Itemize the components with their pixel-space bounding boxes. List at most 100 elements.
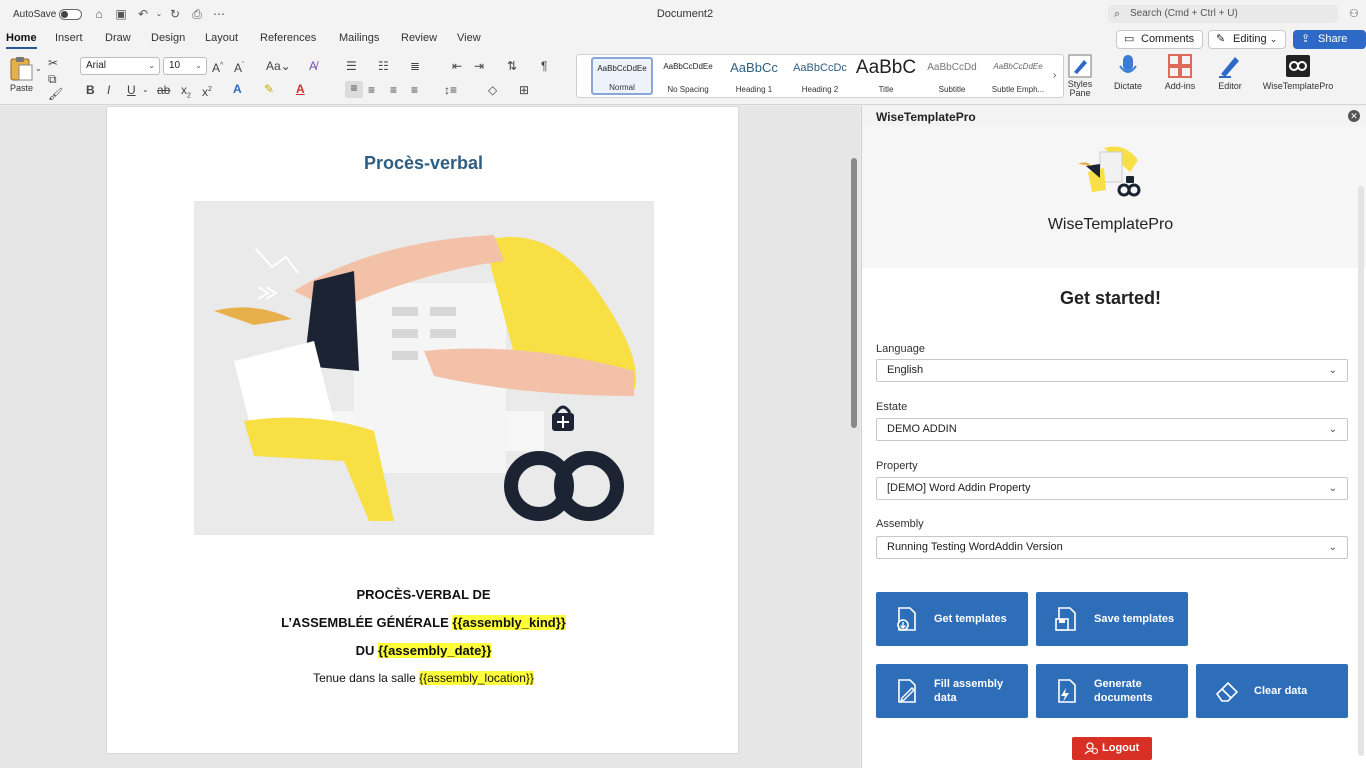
- placeholder-assembly-location: {{assembly_location}}: [419, 671, 534, 685]
- heading-line-3: DU {{assembly_date}}: [355, 643, 492, 658]
- document-area: Procès-verbal PROCÈS-VERBAL DE L’ASSEMBL…: [0, 106, 860, 768]
- tab-references[interactable]: References: [260, 32, 316, 44]
- editing-button[interactable]: ✎ Editing ⌄: [1208, 30, 1287, 49]
- task-pane-scrollbar[interactable]: [1358, 186, 1364, 756]
- shrink-font-icon[interactable]: Aˇ: [234, 59, 244, 75]
- style-title[interactable]: AaBbC Title: [855, 57, 917, 95]
- clear-data-button[interactable]: Clear data: [1196, 664, 1348, 718]
- tab-review[interactable]: Review: [401, 32, 437, 44]
- wisetemplatepro-icon: [1286, 55, 1310, 77]
- underline-icon[interactable]: U: [127, 83, 136, 97]
- tab-home[interactable]: Home: [6, 32, 37, 49]
- home-icon[interactable]: ⌂: [92, 7, 106, 21]
- increase-indent-icon[interactable]: ⇥: [474, 59, 484, 73]
- fill-assembly-data-button[interactable]: Fill assembly data: [876, 664, 1028, 718]
- file-download-icon: [897, 607, 916, 631]
- text-effects-icon[interactable]: A: [233, 82, 242, 96]
- chevron-down-icon: ⌄: [1328, 542, 1337, 553]
- language-select[interactable]: English ⌄: [876, 359, 1348, 382]
- chevron-right-icon[interactable]: ›: [1053, 69, 1056, 83]
- strikethrough-icon[interactable]: ab: [157, 83, 170, 97]
- style-subtle-emphasis[interactable]: AaBbCcDdEe Subtle Emph...: [987, 57, 1049, 95]
- document-scrollbar[interactable]: [851, 158, 857, 428]
- save-icon[interactable]: ▣: [114, 7, 128, 21]
- style-subtitle[interactable]: AaBbCcDd Subtitle: [921, 57, 983, 95]
- format-painter-icon[interactable]: 🖌: [48, 87, 63, 101]
- font-size-select[interactable]: 10 ⌄: [163, 57, 207, 75]
- get-templates-button[interactable]: Get templates: [876, 592, 1028, 646]
- style-heading-2[interactable]: AaBbCcDc Heading 2: [789, 57, 851, 95]
- tab-insert[interactable]: Insert: [55, 32, 83, 44]
- sort-icon[interactable]: ⇅: [507, 59, 517, 73]
- styles-pane-button[interactable]: Styles Pane: [1066, 54, 1094, 98]
- highlighter-icon[interactable]: ✎: [264, 82, 274, 96]
- ribbon: ⌄ Paste ✂ ⧉ 🖌 Arial ⌄ 10 ⌄ A^ Aˇ Aa⌄ A̸ B …: [0, 50, 1366, 105]
- underline-dropdown-icon[interactable]: ⌄: [142, 83, 149, 97]
- subscript-icon[interactable]: x2: [181, 83, 191, 103]
- italic-icon[interactable]: I: [107, 83, 110, 97]
- logout-button[interactable]: Logout: [1072, 737, 1152, 760]
- paste-dropdown-icon[interactable]: ⌄: [35, 62, 42, 76]
- shading-icon[interactable]: ◇: [488, 83, 497, 97]
- chevron-down-icon: ⌄: [195, 61, 202, 70]
- line-spacing-icon[interactable]: ↕≡: [444, 83, 457, 97]
- wisetemplatepro-button[interactable]: WiseTemplatePro: [1260, 54, 1336, 91]
- microphone-icon: [1119, 55, 1137, 73]
- undo-dropdown-icon[interactable]: ⌄: [152, 7, 166, 21]
- more-icon[interactable]: ⋯: [212, 7, 226, 21]
- clipboard-icon[interactable]: [8, 56, 34, 82]
- multilevel-list-icon[interactable]: ≣: [410, 59, 420, 73]
- property-select[interactable]: [DEMO] Word Addin Property ⌄: [876, 477, 1348, 500]
- tab-draw[interactable]: Draw: [105, 32, 131, 44]
- chevron-down-icon: ⌄: [1328, 483, 1337, 494]
- tab-layout[interactable]: Layout: [205, 32, 238, 44]
- print-icon[interactable]: ⎙: [190, 7, 204, 21]
- align-left-icon[interactable]: ≡: [345, 81, 363, 98]
- tab-mailings[interactable]: Mailings: [339, 32, 379, 44]
- brand-name: WiseTemplatePro: [1047, 216, 1174, 233]
- styles-gallery: AaBbCcDdEe Normal AaBbCcDdEe No Spacing …: [576, 54, 1064, 98]
- superscript-icon[interactable]: x2: [202, 83, 212, 99]
- close-icon[interactable]: ✕: [1348, 110, 1360, 122]
- align-center-icon[interactable]: ≡: [368, 83, 375, 97]
- clear-formatting-icon[interactable]: A̸: [309, 59, 317, 73]
- language-label: Language: [876, 343, 925, 355]
- numbering-icon[interactable]: ☷: [378, 59, 389, 73]
- grow-font-icon[interactable]: A^: [212, 59, 223, 75]
- assembly-select[interactable]: Running Testing WordAddin Version ⌄: [876, 536, 1348, 559]
- style-normal[interactable]: AaBbCcDdEe Normal: [591, 57, 653, 95]
- add-ins-button[interactable]: Add-ins: [1160, 54, 1200, 91]
- redo-icon[interactable]: ↻: [168, 7, 182, 21]
- font-color-icon[interactable]: A: [296, 82, 305, 96]
- bold-icon[interactable]: B: [86, 83, 95, 97]
- autosave-label: AutoSave: [13, 9, 57, 20]
- cut-icon[interactable]: ✂: [48, 56, 58, 70]
- pilcrow-icon[interactable]: ¶: [541, 59, 547, 73]
- document-page[interactable]: Procès-verbal PROCÈS-VERBAL DE L’ASSEMBL…: [106, 106, 739, 754]
- estate-select[interactable]: DEMO ADDIN ⌄: [876, 418, 1348, 441]
- search-input[interactable]: ⌕ Search (Cmd + Ctrl + U): [1108, 5, 1338, 23]
- bullets-icon[interactable]: ☰: [346, 59, 357, 73]
- document-title-heading: Procès-verbal: [363, 153, 484, 173]
- change-case-icon[interactable]: Aa⌄: [266, 59, 291, 73]
- undo-icon[interactable]: ↶: [136, 7, 150, 21]
- font-family-select[interactable]: Arial ⌄: [80, 57, 160, 75]
- paste-label[interactable]: Paste: [10, 83, 33, 93]
- tab-design[interactable]: Design: [151, 32, 185, 44]
- save-templates-button[interactable]: Save templates: [1036, 592, 1188, 646]
- tab-view[interactable]: View: [457, 32, 481, 44]
- style-heading-1[interactable]: AaBbCc Heading 1: [723, 57, 785, 95]
- justify-icon[interactable]: ≡: [411, 83, 418, 97]
- align-right-icon[interactable]: ≡: [390, 83, 397, 97]
- copy-icon[interactable]: ⧉: [48, 72, 57, 86]
- autosave-toggle[interactable]: [59, 9, 82, 20]
- dictate-button[interactable]: Dictate: [1110, 54, 1146, 91]
- decrease-indent-icon[interactable]: ⇤: [452, 59, 462, 73]
- comments-button[interactable]: ▭ Comments: [1116, 30, 1204, 49]
- editor-button[interactable]: Editor: [1212, 54, 1248, 91]
- generate-documents-button[interactable]: Generate documents: [1036, 664, 1188, 718]
- style-no-spacing[interactable]: AaBbCcDdEe No Spacing: [657, 57, 719, 95]
- borders-icon[interactable]: ⊞: [519, 83, 529, 97]
- account-icon[interactable]: ⚇: [1349, 7, 1359, 20]
- share-button[interactable]: ⇪ Share ⌄: [1293, 30, 1366, 61]
